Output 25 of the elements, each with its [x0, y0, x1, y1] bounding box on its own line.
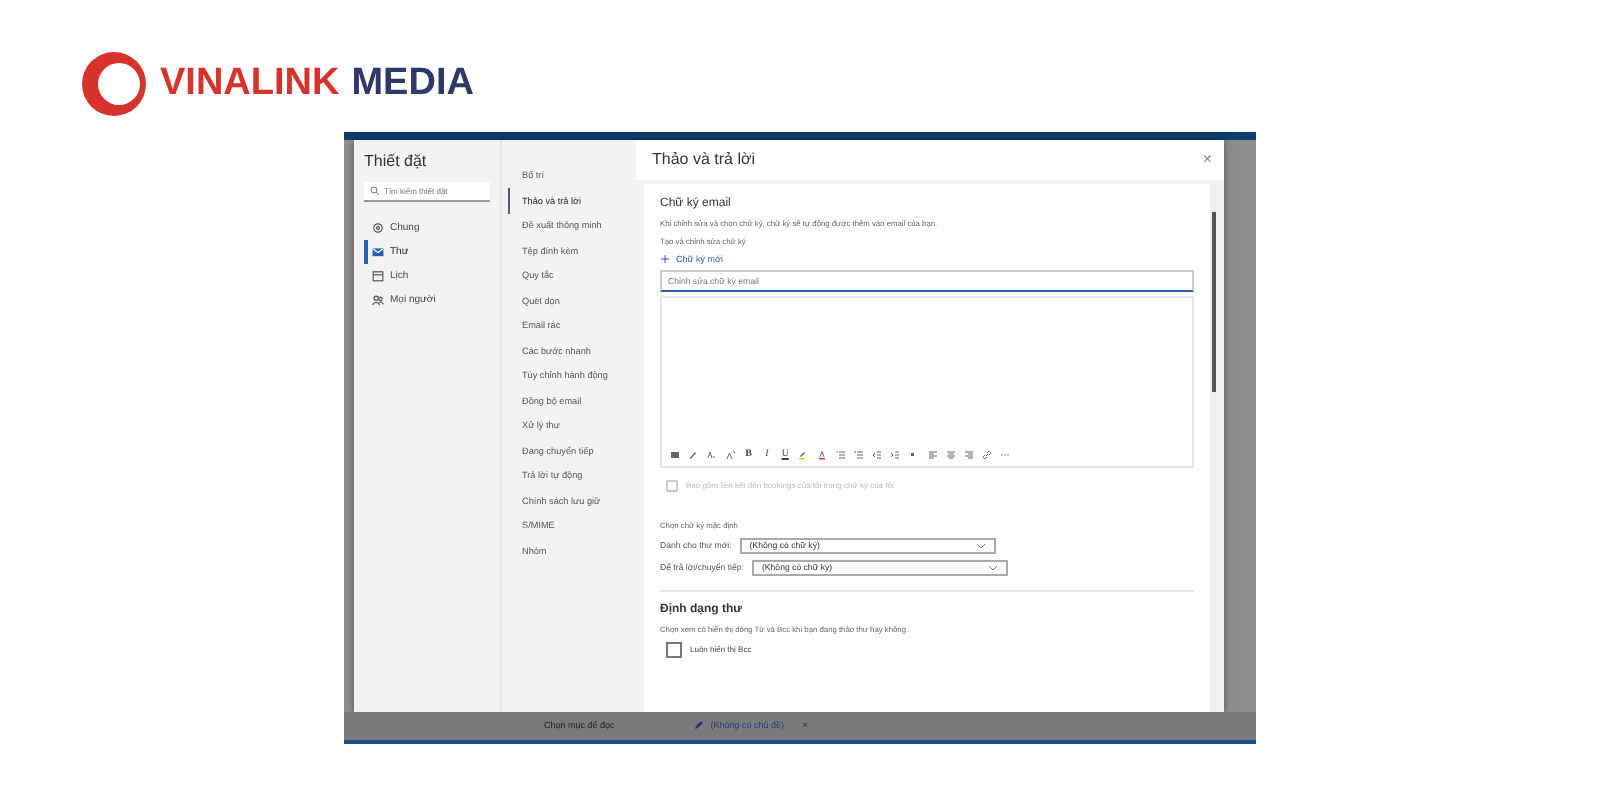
outdent-icon[interactable]	[872, 449, 883, 460]
plus-icon	[660, 253, 670, 264]
logo-brand: VINALINK	[160, 62, 340, 106]
indent-icon[interactable]	[890, 449, 901, 460]
settings-title: Thiết đặt	[364, 151, 429, 170]
close-button[interactable]: ×	[1202, 150, 1212, 169]
search-icon	[370, 186, 380, 197]
chevron-down-icon	[975, 541, 986, 550]
font-color-icon[interactable]	[817, 449, 827, 460]
chevron-down-icon	[988, 563, 998, 572]
gear-icon	[372, 221, 384, 234]
text-format-icon[interactable]	[706, 449, 717, 460]
image-icon[interactable]	[670, 449, 680, 460]
logo-icon	[80, 50, 148, 118]
superscript-icon[interactable]	[725, 449, 736, 460]
brush-icon[interactable]	[688, 449, 699, 460]
highlighter-icon[interactable]	[798, 449, 809, 460]
logo-suffix: MEDIA	[351, 62, 474, 106]
calendar-icon	[372, 269, 384, 282]
people-icon	[372, 293, 384, 306]
mail-icon	[372, 245, 384, 258]
pencil-icon	[694, 720, 705, 731]
checkbox[interactable]	[666, 641, 682, 658]
link-icon[interactable]	[982, 449, 993, 460]
panel-title: Thảo và trả lời	[652, 150, 755, 169]
